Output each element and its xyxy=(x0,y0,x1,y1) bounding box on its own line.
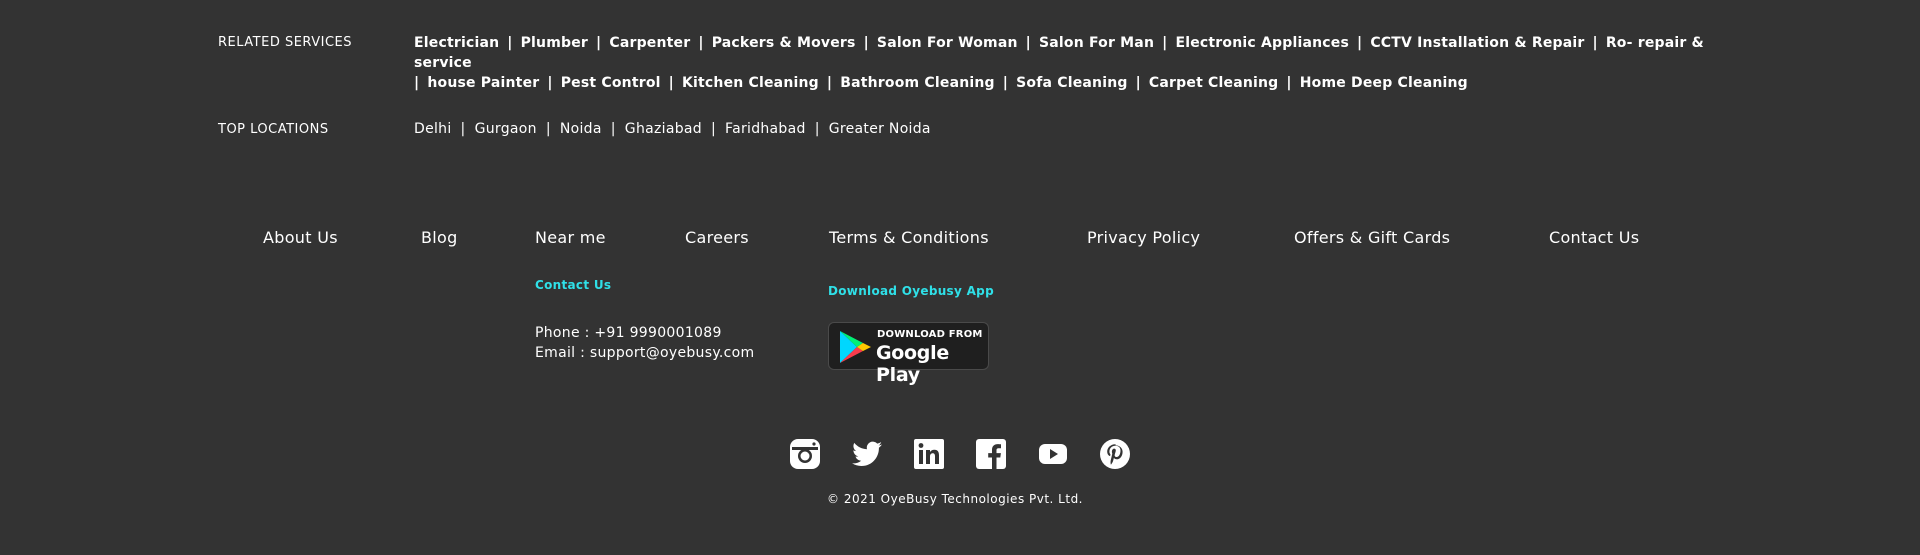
related-services-list: Electrician | Plumber | Carpenter | Packers & … xyxy=(414,33,1714,93)
separator: | xyxy=(814,121,820,137)
nav-terms[interactable]: Terms & Conditions xyxy=(829,228,989,247)
service-link[interactable]: Packers & Movers xyxy=(712,35,856,51)
separator: | xyxy=(1135,75,1141,91)
location-link[interactable]: Faridhabad xyxy=(725,121,806,137)
separator: | xyxy=(668,75,674,91)
nav-offers[interactable]: Offers & Gift Cards xyxy=(1294,228,1450,247)
badge-small-text: DOWNLOAD FROM xyxy=(877,329,983,340)
youtube-icon[interactable] xyxy=(1037,438,1069,470)
location-link[interactable]: Ghaziabad xyxy=(625,121,702,137)
service-link[interactable]: Plumber xyxy=(521,35,588,51)
location-link[interactable]: Gurgaon xyxy=(475,121,537,137)
separator: | xyxy=(1286,75,1292,91)
separator: | xyxy=(698,35,704,51)
separator: | xyxy=(1592,35,1598,51)
location-link[interactable]: Noida xyxy=(560,121,602,137)
separator: | xyxy=(414,75,420,91)
copyright-text: © 2021 OyeBusy Technologies Pvt. Ltd. xyxy=(827,492,1083,506)
download-app-heading: Download Oyebusy App xyxy=(828,284,994,298)
location-link[interactable]: Delhi xyxy=(414,121,452,137)
separator: | xyxy=(826,75,833,91)
separator: | xyxy=(596,35,602,51)
separator: | xyxy=(1162,35,1168,51)
pinterest-icon[interactable] xyxy=(1099,438,1131,470)
service-link[interactable]: Home Deep Cleaning xyxy=(1300,75,1468,91)
separator: | xyxy=(1356,35,1363,51)
nav-contact-us[interactable]: Contact Us xyxy=(1549,228,1639,247)
service-link[interactable]: Bathroom Cleaning xyxy=(840,75,995,91)
contact-email[interactable]: Email : support@oyebusy.com xyxy=(535,345,754,361)
separator: | xyxy=(547,75,553,91)
separator: | xyxy=(863,35,869,51)
separator: | xyxy=(610,121,616,137)
badge-big-text: Google Play xyxy=(876,342,949,386)
service-link[interactable]: Electronic Appliances xyxy=(1175,35,1349,51)
google-play-icon xyxy=(840,331,871,363)
service-link[interactable]: Electrician xyxy=(414,35,499,51)
separator: | xyxy=(460,121,466,137)
separator: | xyxy=(710,121,716,137)
contact-heading: Contact Us xyxy=(535,278,612,292)
separator: | xyxy=(1002,75,1009,91)
related-services-label: RELATED SERVICES xyxy=(218,35,353,50)
google-play-badge[interactable]: DOWNLOAD FROM Google Play xyxy=(828,322,989,386)
nav-blog[interactable]: Blog xyxy=(421,228,458,247)
separator: | xyxy=(1025,35,1031,51)
service-link[interactable]: Salon For Man xyxy=(1039,35,1154,51)
service-link[interactable]: house Painter xyxy=(427,75,539,91)
service-link[interactable]: Carpet Cleaning xyxy=(1149,75,1278,91)
nav-careers[interactable]: Careers xyxy=(685,228,749,247)
service-link[interactable]: Sofa Cleaning xyxy=(1016,75,1127,91)
facebook-icon[interactable] xyxy=(975,438,1007,470)
service-link[interactable]: Carpenter xyxy=(609,35,690,51)
service-link[interactable]: CCTV Installation & Repair xyxy=(1370,35,1584,51)
nav-privacy[interactable]: Privacy Policy xyxy=(1087,228,1200,247)
top-locations-list: Delhi | Gurgaon | Noida | Ghaziabad | Faridhabad… xyxy=(414,121,931,137)
instagram-icon[interactable] xyxy=(789,438,821,470)
separator: | xyxy=(545,121,551,137)
separator: | xyxy=(507,35,513,51)
service-link[interactable]: Pest Control xyxy=(561,75,661,91)
top-locations-label: TOP LOCATIONS xyxy=(218,122,329,137)
related-services-line1: Electrician | Plumber | Carpenter | Packers & … xyxy=(414,33,1714,73)
service-link[interactable]: Kitchen Cleaning xyxy=(682,75,819,91)
linkedin-icon[interactable] xyxy=(913,438,945,470)
service-link[interactable]: Salon For Woman xyxy=(877,35,1018,51)
location-link[interactable]: Greater Noida xyxy=(829,121,931,137)
related-services-line2: | house Painter | Pest Control | Kitchen Clea… xyxy=(414,73,1714,93)
nav-about-us[interactable]: About Us xyxy=(263,228,338,247)
nav-near-me[interactable]: Near me xyxy=(535,228,606,247)
twitter-icon[interactable] xyxy=(851,438,883,470)
contact-phone[interactable]: Phone : +91 9990001089 xyxy=(535,325,722,341)
